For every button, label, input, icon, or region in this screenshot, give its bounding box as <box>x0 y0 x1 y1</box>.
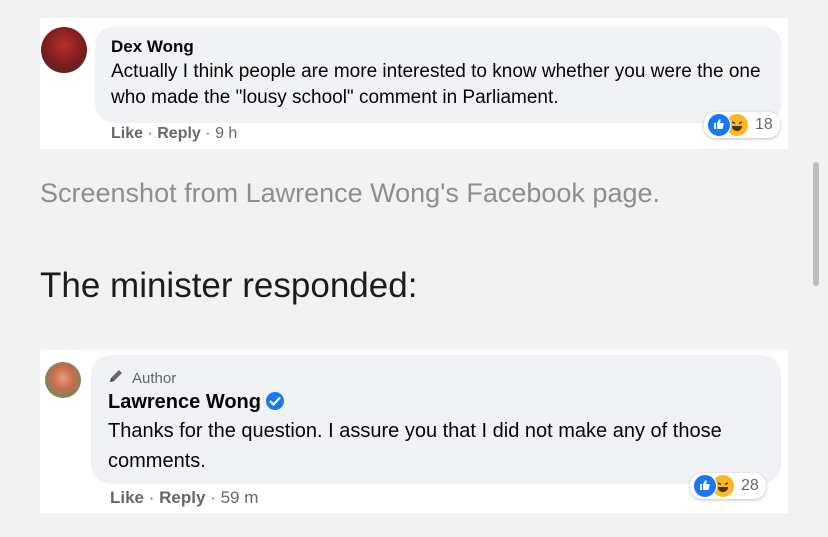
comment-author-name[interactable]: Dex Wong <box>111 37 194 57</box>
section-heading: The minister responded: <box>40 266 418 305</box>
avatar[interactable] <box>45 362 81 398</box>
comment-card-lawrence-wong: Author Lawrence Wong Thanks for the ques… <box>40 350 788 513</box>
reaction-summary[interactable]: 18 <box>704 112 780 138</box>
separator-dot: · <box>210 488 221 507</box>
comment-actions: Like · Reply · 59 m <box>110 488 258 508</box>
like-link[interactable]: Like <box>110 488 144 507</box>
image-caption: Screenshot from Lawrence Wong's Facebook… <box>40 178 660 208</box>
author-name-text[interactable]: Lawrence Wong <box>108 391 261 413</box>
comment-timestamp[interactable]: 9 h <box>215 125 237 142</box>
comment-bubble: Dex Wong Actually I think people are mor… <box>95 26 782 123</box>
reaction-count: 18 <box>755 116 773 133</box>
comment-actions: Like · Reply · 9 h <box>111 125 237 143</box>
scrollbar[interactable] <box>813 162 819 286</box>
separator-dot: · <box>205 125 216 142</box>
comment-text: Actually I think people are more interes… <box>111 61 761 108</box>
separator-dot: · <box>148 488 160 507</box>
reply-link[interactable]: Reply <box>157 125 201 142</box>
avatar[interactable] <box>41 27 87 73</box>
comment-text: Thanks for the question. I assure you th… <box>108 420 722 472</box>
reaction-summary[interactable]: 28 <box>690 473 766 499</box>
like-link[interactable]: Like <box>111 125 143 142</box>
verified-badge-icon <box>266 391 284 410</box>
comment-card-dex-wong: Dex Wong Actually I think people are mor… <box>40 18 788 149</box>
like-reaction-icon <box>693 474 717 498</box>
reaction-count: 28 <box>741 477 759 494</box>
reply-link[interactable]: Reply <box>159 488 205 507</box>
pencil-icon <box>108 367 126 389</box>
comment-author-name: Lawrence Wong <box>108 391 284 414</box>
like-reaction-icon <box>707 113 731 137</box>
comment-timestamp[interactable]: 59 m <box>221 488 259 507</box>
comment-bubble: Author Lawrence Wong Thanks for the ques… <box>91 355 781 484</box>
author-badge-label: Author <box>132 369 177 387</box>
author-badge: Author <box>108 367 176 389</box>
separator-dot: · <box>147 125 158 142</box>
